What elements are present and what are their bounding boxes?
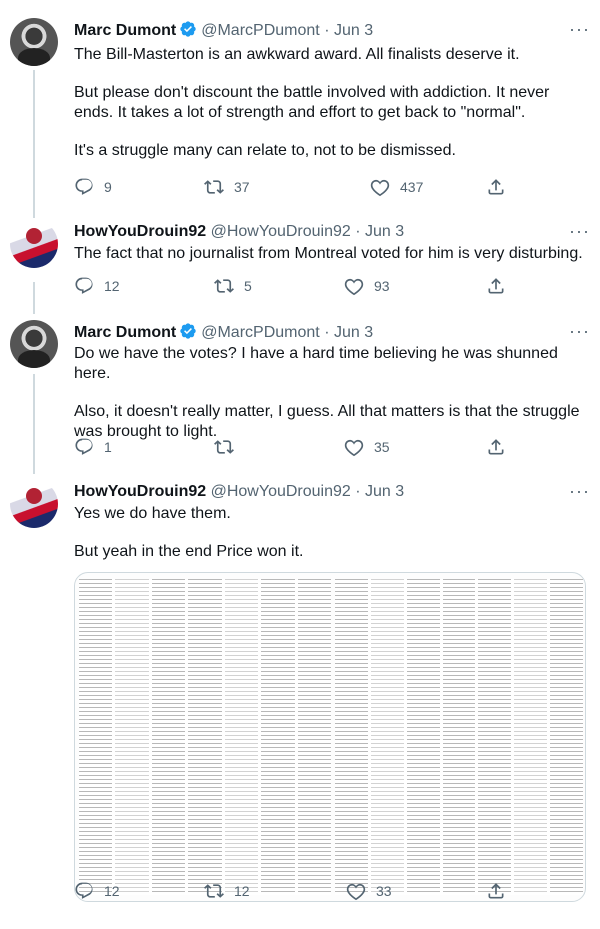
tweet-paragraph: Do we have the votes? I have a hard time… bbox=[74, 345, 558, 382]
reply-count: 12 bbox=[104, 883, 120, 899]
display-name[interactable]: Marc Dumont bbox=[74, 22, 176, 39]
spreadsheet-left bbox=[79, 579, 331, 895]
timestamp[interactable]: Jun 3 bbox=[365, 483, 404, 500]
more-icon[interactable]: ··· bbox=[569, 222, 590, 240]
tweet-paragraph: The fact that no journalist from Montrea… bbox=[74, 245, 583, 262]
more-icon[interactable]: ··· bbox=[569, 482, 590, 500]
tweet-actions: 12 5 93 bbox=[74, 276, 524, 296]
share-icon bbox=[488, 883, 504, 899]
share-button[interactable] bbox=[486, 276, 516, 296]
tweet-paragraph: But please don't discount the battle inv… bbox=[74, 84, 550, 121]
share-button[interactable] bbox=[486, 881, 516, 901]
like-count: 33 bbox=[376, 883, 392, 899]
handle[interactable]: @MarcPDumont bbox=[201, 22, 320, 39]
retweet-button[interactable] bbox=[214, 437, 244, 457]
display-name[interactable]: Marc Dumont bbox=[74, 324, 176, 341]
timestamp[interactable]: Jun 3 bbox=[365, 223, 404, 240]
retweet-icon bbox=[214, 279, 234, 293]
tweet-paragraph: Yes we do have them. bbox=[74, 505, 231, 522]
display-name[interactable]: HowYouDrouin92 bbox=[74, 483, 206, 500]
verified-badge-icon bbox=[180, 323, 196, 339]
separator: · bbox=[324, 22, 330, 39]
tweet-text: The Bill-Masterton is an awkward award. … bbox=[74, 45, 588, 161]
separator: · bbox=[355, 483, 361, 500]
tweet-header: HowYouDrouin92 @HowYouDrouin92 · Jun 3 bbox=[74, 482, 404, 502]
like-icon bbox=[344, 439, 364, 457]
share-icon bbox=[488, 179, 504, 195]
separator: · bbox=[324, 324, 330, 341]
retweet-count: 12 bbox=[234, 883, 250, 899]
timestamp[interactable]: Jun 3 bbox=[334, 324, 373, 341]
avatar[interactable] bbox=[10, 480, 58, 528]
avatar[interactable] bbox=[10, 320, 58, 368]
handle[interactable]: @HowYouDrouin92 bbox=[211, 483, 351, 500]
verified-badge-icon bbox=[180, 21, 196, 37]
retweet-icon bbox=[204, 884, 224, 898]
reply-button[interactable]: 12 bbox=[74, 276, 120, 296]
tweet-paragraph: The Bill-Masterton is an awkward award. … bbox=[74, 46, 520, 63]
retweet-button[interactable]: 12 bbox=[204, 881, 250, 901]
tweet-header: Marc Dumont @MarcPDumont · Jun 3 bbox=[74, 20, 373, 41]
tweet-text: Do we have the votes? I have a hard time… bbox=[74, 344, 588, 442]
timestamp[interactable]: Jun 3 bbox=[334, 22, 373, 39]
handle[interactable]: @HowYouDrouin92 bbox=[211, 223, 351, 240]
attached-image-votes-spreadsheet[interactable] bbox=[74, 572, 586, 902]
like-count: 437 bbox=[400, 179, 424, 195]
tweet[interactable]: Marc Dumont @MarcPDumont · Jun 3 ··· The … bbox=[0, 0, 600, 210]
more-icon[interactable]: ··· bbox=[569, 322, 590, 340]
reply-button[interactable]: 12 bbox=[74, 881, 120, 901]
retweet-count: 37 bbox=[234, 179, 250, 195]
like-button[interactable]: 93 bbox=[344, 276, 390, 296]
tweet[interactable]: HowYouDrouin92 @HowYouDrouin92 · Jun 3 ·… bbox=[0, 470, 600, 929]
tweet-text: The fact that no journalist from Montrea… bbox=[74, 244, 588, 264]
tweet-header: HowYouDrouin92 @HowYouDrouin92 · Jun 3 bbox=[74, 222, 404, 242]
share-icon bbox=[488, 439, 504, 455]
separator: · bbox=[355, 223, 361, 240]
avatar[interactable] bbox=[10, 18, 58, 66]
reply-count: 1 bbox=[104, 439, 112, 455]
reply-button[interactable]: 9 bbox=[74, 177, 112, 197]
share-button[interactable] bbox=[486, 177, 516, 197]
share-button[interactable] bbox=[486, 437, 516, 457]
retweet-icon bbox=[204, 180, 224, 194]
tweet-actions: 12 12 33 bbox=[74, 881, 524, 901]
tweet-paragraph: It's a struggle many can relate to, not … bbox=[74, 142, 456, 159]
reply-icon bbox=[75, 438, 93, 455]
avatar[interactable] bbox=[10, 220, 58, 268]
like-count: 93 bbox=[374, 278, 390, 294]
tweet[interactable]: HowYouDrouin92 @HowYouDrouin92 · Jun 3 ·… bbox=[0, 210, 600, 310]
like-button[interactable]: 33 bbox=[346, 881, 392, 901]
reply-button[interactable]: 1 bbox=[74, 437, 112, 457]
tweet-header: Marc Dumont @MarcPDumont · Jun 3 bbox=[74, 322, 373, 343]
like-count: 35 bbox=[374, 439, 390, 455]
reply-icon bbox=[75, 277, 93, 294]
retweet-button[interactable]: 37 bbox=[204, 177, 250, 197]
tweet-actions: 1 35 bbox=[74, 437, 524, 457]
reply-count: 9 bbox=[104, 179, 112, 195]
reply-icon bbox=[75, 178, 93, 195]
like-button[interactable]: 35 bbox=[344, 437, 390, 457]
tweet[interactable]: Marc Dumont @MarcPDumont · Jun 3 ··· Do w… bbox=[0, 310, 600, 470]
reply-icon bbox=[75, 882, 93, 899]
like-button[interactable]: 437 bbox=[370, 177, 423, 197]
share-icon bbox=[488, 278, 504, 294]
reply-count: 12 bbox=[104, 278, 120, 294]
tweet-paragraph: Also, it doesn't really matter, I guess.… bbox=[74, 403, 580, 440]
tweet-paragraph: But yeah in the end Price won it. bbox=[74, 543, 304, 560]
handle[interactable]: @MarcPDumont bbox=[201, 324, 320, 341]
more-icon[interactable]: ··· bbox=[569, 20, 590, 38]
tweet-actions: 9 37 437 bbox=[74, 177, 524, 197]
display-name[interactable]: HowYouDrouin92 bbox=[74, 223, 206, 240]
like-icon bbox=[370, 179, 390, 197]
like-icon bbox=[344, 278, 364, 296]
retweet-count: 5 bbox=[244, 278, 252, 294]
spreadsheet-right bbox=[335, 579, 584, 895]
tweet-text: Yes we do have them. But yeah in the end… bbox=[74, 504, 588, 562]
retweet-icon bbox=[214, 440, 234, 454]
like-icon bbox=[346, 883, 366, 901]
retweet-button[interactable]: 5 bbox=[214, 276, 252, 296]
